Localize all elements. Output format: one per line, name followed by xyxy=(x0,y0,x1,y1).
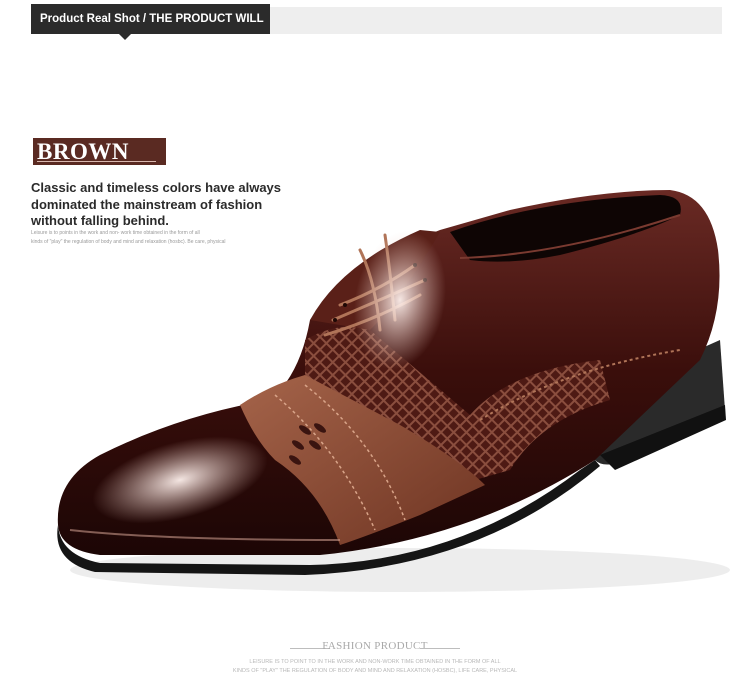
header-tab: Product Real Shot / THE PRODUCT WILL xyxy=(31,4,270,40)
footer-title: FASHION PRODUCT xyxy=(322,640,428,652)
footer-small-text-1: LEISURE IS TO POINT TO IN THE WORK AND N… xyxy=(249,659,501,665)
color-badge: BROWN xyxy=(33,138,166,165)
footer-small-text-2: KINDS OF "PLAY" THE REGULATION OF BODY A… xyxy=(232,668,518,674)
product-image xyxy=(57,190,730,592)
footer-divider-right xyxy=(420,648,460,649)
badge-underline xyxy=(37,161,156,162)
header-tab-label: Product Real Shot / THE PRODUCT WILL xyxy=(40,13,264,25)
